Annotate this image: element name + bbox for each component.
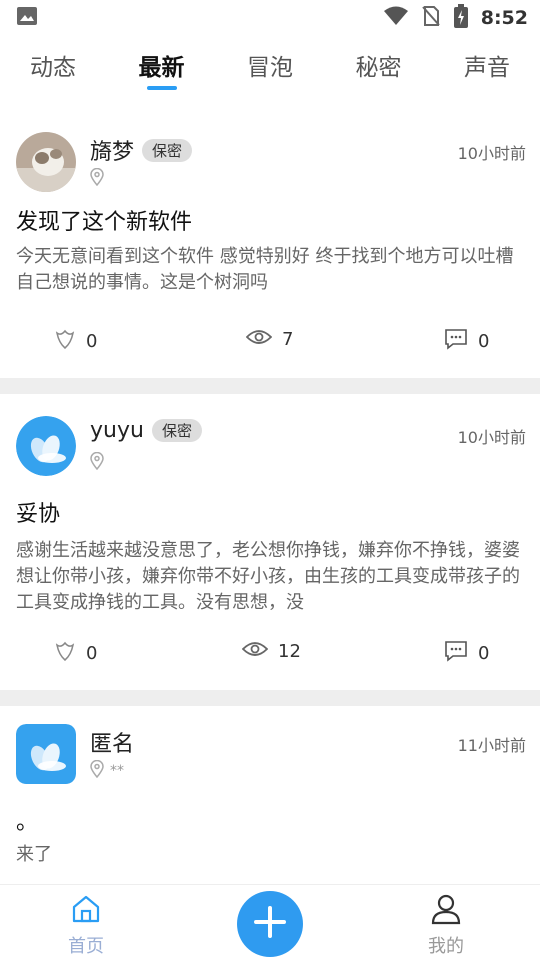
location-pin-icon bbox=[90, 167, 104, 190]
like-button[interactable]: 0 bbox=[54, 328, 97, 355]
post-feed: 旖梦 保密 10小时前 发现了这个新软件 今天无意间看到这个软件 感觉特别好 终… bbox=[0, 110, 540, 886]
location-text: ** bbox=[110, 763, 124, 779]
tab-label: 动态 bbox=[30, 55, 76, 81]
comment-count: 0 bbox=[478, 331, 490, 352]
post-title: 。 bbox=[16, 810, 39, 835]
comment-icon bbox=[444, 328, 468, 355]
post-card[interactable]: 匿名 ** 11小时前 。 来了 bbox=[0, 706, 540, 886]
like-button[interactable]: 0 bbox=[54, 640, 97, 667]
nav-home-label: 首页 bbox=[68, 936, 104, 957]
nav-home[interactable]: 首页 bbox=[68, 893, 104, 958]
eye-icon bbox=[245, 328, 273, 351]
username[interactable]: 旖梦 bbox=[90, 134, 134, 166]
plus-icon bbox=[253, 905, 287, 943]
home-icon bbox=[70, 893, 102, 930]
comment-button[interactable]: 0 bbox=[444, 328, 489, 355]
privacy-badge: 保密 bbox=[151, 419, 202, 442]
eye-icon bbox=[241, 640, 269, 663]
top-tab-bar: 动态 最新 冒泡 秘密 声音 bbox=[0, 36, 540, 96]
person-icon bbox=[430, 893, 462, 930]
tab-zuixin[interactable]: 最新 bbox=[139, 36, 185, 96]
flower-like-icon bbox=[54, 328, 76, 355]
avatar[interactable] bbox=[16, 132, 76, 192]
username[interactable]: 匿名 bbox=[90, 726, 134, 758]
tab-label: 声音 bbox=[464, 55, 510, 81]
tab-label: 秘密 bbox=[355, 55, 402, 81]
location-pin-icon bbox=[90, 759, 104, 782]
post-time: 10小时前 bbox=[457, 428, 526, 447]
post-title: 发现了这个新软件 bbox=[16, 210, 193, 235]
post-card[interactable]: 旖梦 保密 10小时前 发现了这个新软件 今天无意间看到这个软件 感觉特别好 终… bbox=[0, 110, 540, 378]
avatar[interactable] bbox=[16, 416, 76, 476]
active-tab-indicator bbox=[146, 86, 177, 90]
post-card[interactable]: yuyu 保密 10小时前 妥协 感谢生活越来越没意思了，老公想你挣钱，嫌弃你不… bbox=[0, 394, 540, 690]
status-bar: 8:52 bbox=[0, 0, 540, 36]
clock: 8:52 bbox=[480, 7, 528, 29]
post-time: 11小时前 bbox=[457, 736, 526, 755]
tab-maopao[interactable]: 冒泡 bbox=[247, 36, 293, 96]
username[interactable]: yuyu bbox=[90, 418, 144, 443]
tab-label: 冒泡 bbox=[247, 55, 293, 81]
view-count: 7 bbox=[282, 329, 294, 350]
wifi-icon bbox=[383, 6, 409, 30]
nav-mine[interactable]: 我的 bbox=[428, 893, 464, 958]
post-time: 10小时前 bbox=[457, 144, 526, 163]
no-sim-icon bbox=[421, 5, 441, 31]
like-count: 0 bbox=[86, 643, 98, 664]
location-pin-icon bbox=[90, 451, 104, 474]
tab-dongtai[interactable]: 动态 bbox=[30, 36, 76, 96]
add-post-button[interactable] bbox=[237, 891, 303, 957]
comment-icon bbox=[444, 640, 468, 667]
post-content: 感谢生活越来越没意思了，老公想你挣钱，嫌弃你不挣钱，婆婆想让你带小孩，嫌弃你带不… bbox=[16, 540, 520, 613]
view-count: 12 bbox=[278, 641, 301, 662]
tab-mimi[interactable]: 秘密 bbox=[356, 36, 402, 96]
avatar[interactable] bbox=[16, 724, 76, 784]
flower-like-icon bbox=[54, 640, 76, 667]
battery-charging-icon bbox=[453, 4, 469, 32]
nav-mine-label: 我的 bbox=[428, 936, 464, 957]
comment-count: 0 bbox=[478, 643, 490, 664]
tab-shengyin[interactable]: 声音 bbox=[464, 36, 510, 96]
privacy-badge: 保密 bbox=[142, 138, 193, 162]
post-content: 今天无意间看到这个软件 感觉特别好 终于找到个地方可以吐槽自己想说的事情。这是个… bbox=[16, 246, 514, 293]
tab-label: 最新 bbox=[138, 55, 185, 81]
post-title: 妥协 bbox=[16, 502, 61, 527]
image-icon bbox=[16, 6, 38, 30]
card-divider bbox=[0, 378, 540, 394]
card-divider bbox=[0, 690, 540, 706]
comment-button[interactable]: 0 bbox=[444, 640, 489, 667]
views-indicator: 7 bbox=[245, 328, 294, 351]
like-count: 0 bbox=[86, 331, 98, 352]
views-indicator: 12 bbox=[241, 640, 301, 663]
post-content: 来了 bbox=[16, 844, 52, 865]
